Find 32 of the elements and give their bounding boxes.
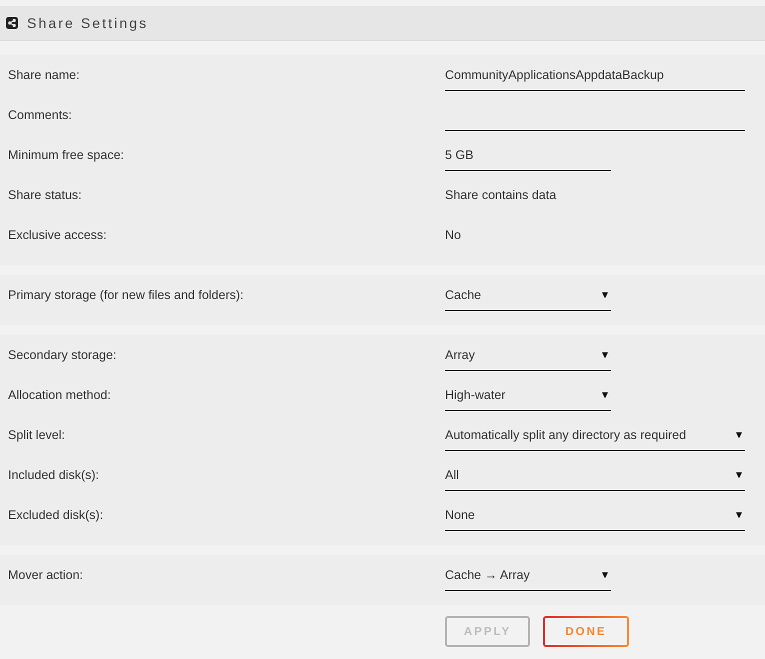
field-label: Secondary storage:: [7, 347, 118, 364]
text-field[interactable]: 5 GB: [445, 141, 611, 171]
field-label: Comments:: [7, 107, 73, 124]
caret-icon: [602, 392, 608, 398]
dropdown[interactable]: Cache: [445, 281, 611, 311]
field-label: Share status:: [7, 187, 83, 204]
caret-icon: [602, 352, 608, 358]
caret-icon: [736, 472, 742, 478]
dropdown[interactable]: None: [445, 501, 745, 531]
field-label: Minimum free space:: [7, 147, 126, 164]
text-field[interactable]: CommunityApplicationsAppdataBackup: [445, 61, 745, 91]
field-label: Exclusive access:: [7, 227, 108, 244]
field-label: Primary storage (for new files and folders):: [7, 287, 245, 304]
caret-icon: [602, 572, 608, 578]
field-label: Allocation method:: [7, 387, 112, 404]
caret-icon: [602, 292, 608, 298]
dropdown[interactable]: Array: [445, 341, 611, 371]
field-label: Split level:: [7, 427, 66, 444]
panel-title: Share Settings: [27, 14, 148, 33]
dropdown[interactable]: All: [445, 461, 745, 491]
value-text: Share contains data: [445, 187, 558, 204]
caret-icon: [736, 432, 742, 438]
field-label: Share name:: [7, 67, 81, 84]
dropdown[interactable]: Cache → Array: [445, 561, 611, 591]
field-label: Excluded disk(s):: [7, 507, 104, 524]
field-label: Mover action:: [7, 567, 84, 584]
caret-icon: [736, 512, 742, 518]
value-text: No: [445, 227, 462, 244]
dropdown[interactable]: Automatically split any directory as required: [445, 421, 745, 451]
field-label: Included disk(s):: [7, 467, 100, 484]
dropdown[interactable]: High-water: [445, 381, 611, 411]
share-icon: [6, 17, 18, 29]
